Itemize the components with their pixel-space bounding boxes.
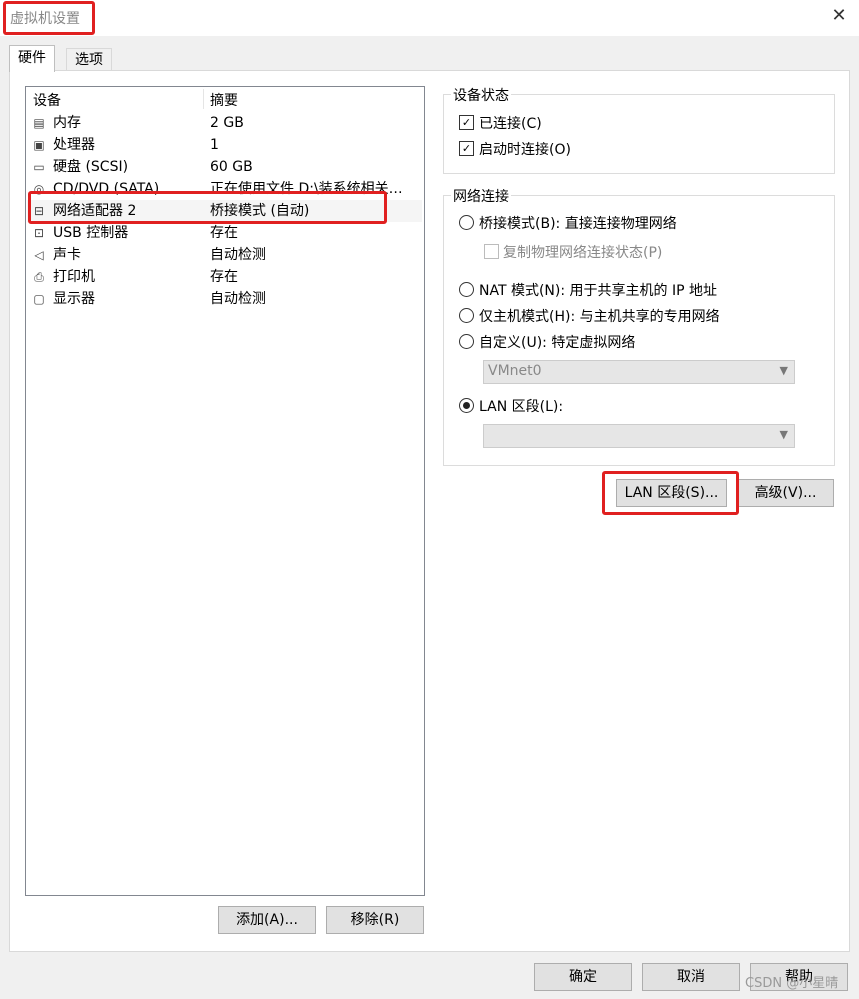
window-title: 虚拟机设置 bbox=[10, 11, 80, 27]
tab-options[interactable]: 选项 bbox=[66, 48, 112, 71]
custom-radio[interactable] bbox=[459, 334, 474, 349]
device-name: CD/DVD (SATA) bbox=[53, 181, 160, 197]
nat-label[interactable]: NAT 模式(N): 用于共享主机的 IP 地址 bbox=[479, 280, 717, 300]
cancel-button[interactable]: 取消 bbox=[642, 963, 740, 991]
device-status-group bbox=[443, 94, 835, 174]
cpu-icon: ▣ bbox=[33, 138, 45, 152]
memory-icon: ▤ bbox=[33, 116, 45, 130]
device-name: 网络适配器 2 bbox=[53, 203, 137, 219]
sound-icon: ◁ bbox=[34, 248, 44, 262]
device-name: 声卡 bbox=[53, 247, 81, 263]
replicate-state-label[interactable]: 复制物理网络连接状态(P) bbox=[503, 242, 662, 262]
close-icon[interactable]: ✕ bbox=[826, 3, 852, 29]
connect-at-power-on-label[interactable]: 启动时连接(O) bbox=[479, 139, 571, 159]
network-icon: ⊟ bbox=[33, 204, 45, 218]
bridged-label[interactable]: 桥接模式(B): 直接连接物理网络 bbox=[479, 213, 677, 233]
device-summary: 存在 bbox=[210, 225, 238, 241]
display-icon: ▢ bbox=[33, 292, 45, 306]
usb-icon: ⊡ bbox=[33, 226, 45, 240]
watermark: CSDN @小星晴 bbox=[745, 976, 839, 991]
cd-icon: ◎ bbox=[33, 182, 45, 196]
host-only-label[interactable]: 仅主机模式(H): 与主机共享的专用网络 bbox=[479, 306, 720, 326]
device-summary: 正在使用文件 D:\装系统相关… bbox=[210, 181, 403, 197]
device-row-hdd[interactable]: ▭ 硬盘 (SCSI) 60 GB bbox=[27, 156, 422, 178]
add-button[interactable]: 添加(A)... bbox=[218, 906, 316, 934]
device-name: 硬盘 (SCSI) bbox=[53, 159, 129, 175]
connected-label[interactable]: 已连接(C) bbox=[479, 113, 542, 133]
device-name: 内存 bbox=[53, 115, 81, 131]
device-summary: 存在 bbox=[210, 269, 238, 285]
host-only-radio[interactable] bbox=[459, 308, 474, 323]
lan-segment-radio[interactable] bbox=[459, 398, 474, 413]
lan-segment-label[interactable]: LAN 区段(L): bbox=[479, 396, 563, 416]
advanced-button[interactable]: 高级(V)... bbox=[737, 479, 834, 507]
device-summary: 60 GB bbox=[210, 159, 253, 175]
device-summary: 2 GB bbox=[210, 115, 244, 131]
device-row-network-adapter[interactable]: ⊟ 网络适配器 2 桥接模式 (自动) bbox=[27, 200, 422, 222]
device-summary: 桥接模式 (自动) bbox=[210, 203, 310, 219]
device-status-title: 设备状态 bbox=[451, 85, 511, 105]
network-connection-title: 网络连接 bbox=[451, 186, 511, 206]
column-header-device[interactable]: 设备 bbox=[33, 90, 61, 110]
printer-icon: ⎙ bbox=[34, 270, 44, 284]
replicate-state-checkbox[interactable] bbox=[484, 244, 499, 259]
column-header-summary[interactable]: 摘要 bbox=[210, 90, 238, 110]
device-row-printer[interactable]: ⎙ 打印机 存在 bbox=[27, 266, 422, 288]
device-name: USB 控制器 bbox=[53, 225, 129, 241]
lan-segment-select[interactable]: ▼ bbox=[483, 424, 795, 448]
chevron-down-icon: ▼ bbox=[779, 364, 788, 377]
title-bar: 虚拟机设置 ✕ bbox=[0, 0, 859, 36]
ok-button[interactable]: 确定 bbox=[534, 963, 632, 991]
device-row-display[interactable]: ▢ 显示器 自动检测 bbox=[27, 288, 422, 310]
connect-at-power-on-checkbox[interactable]: ✓ bbox=[459, 141, 474, 156]
device-summary: 1 bbox=[210, 137, 219, 153]
connected-checkbox[interactable]: ✓ bbox=[459, 115, 474, 130]
custom-network-value: VMnet0 bbox=[488, 363, 542, 379]
tab-hardware-label: 硬件 bbox=[18, 50, 46, 66]
device-name: 显示器 bbox=[53, 291, 95, 307]
chevron-down-icon: ▼ bbox=[779, 428, 788, 441]
device-summary: 自动检测 bbox=[210, 291, 266, 307]
column-separator[interactable] bbox=[203, 89, 204, 109]
device-row-processor[interactable]: ▣ 处理器 1 bbox=[27, 134, 422, 156]
bridged-radio[interactable] bbox=[459, 215, 474, 230]
device-row-cddvd[interactable]: ◎ CD/DVD (SATA) 正在使用文件 D:\装系统相关… bbox=[27, 178, 422, 200]
tab-hardware[interactable]: 硬件 bbox=[9, 45, 55, 72]
device-summary: 自动检测 bbox=[210, 247, 266, 263]
device-row-usb[interactable]: ⊡ USB 控制器 存在 bbox=[27, 222, 422, 244]
device-name: 打印机 bbox=[53, 269, 95, 285]
nat-radio[interactable] bbox=[459, 282, 474, 297]
custom-label[interactable]: 自定义(U): 特定虚拟网络 bbox=[479, 332, 635, 352]
hdd-icon: ▭ bbox=[33, 160, 45, 174]
device-row-sound[interactable]: ◁ 声卡 自动检测 bbox=[27, 244, 422, 266]
remove-button[interactable]: 移除(R) bbox=[326, 906, 424, 934]
device-row-memory[interactable]: ▤ 内存 2 GB bbox=[27, 112, 422, 134]
tab-options-label: 选项 bbox=[75, 52, 103, 68]
lan-segments-button[interactable]: LAN 区段(S)... bbox=[616, 479, 727, 507]
device-name: 处理器 bbox=[53, 137, 95, 153]
custom-network-select[interactable]: VMnet0 ▼ bbox=[483, 360, 795, 384]
